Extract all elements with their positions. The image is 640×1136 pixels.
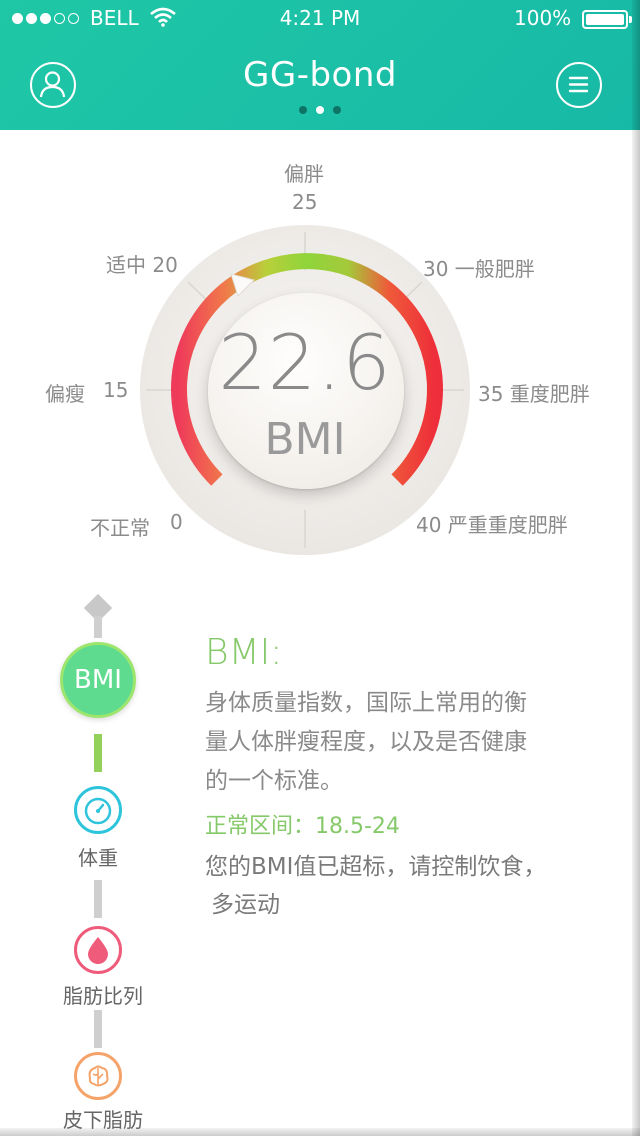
advice-line: 多运动 xyxy=(211,892,280,918)
label-upper-left: 适中 20 xyxy=(106,253,178,277)
nav-item-weight[interactable] xyxy=(74,786,122,834)
bmi-unit: BMI xyxy=(264,414,346,465)
battery-icon xyxy=(582,10,632,29)
page-dot[interactable] xyxy=(333,106,341,114)
info-desc-line: 量人体胖瘦程度，以及是否健康 xyxy=(205,729,527,755)
nav-label-weight[interactable]: 体重 xyxy=(78,842,118,871)
menu-button[interactable] xyxy=(556,62,602,108)
bmi-value: 22.6 xyxy=(218,318,392,407)
nav-item-bmi[interactable]: BMI xyxy=(60,642,136,718)
app-header: BELL 4:21 PM 100% GG-bond xyxy=(0,0,640,130)
health-advice: 您的BMI值已超标，请控制饮食， 多运动 xyxy=(205,848,585,924)
speedometer-icon xyxy=(84,797,112,825)
rail-segment xyxy=(94,880,102,918)
advice-line: 您的BMI值已超标，请控制饮食， xyxy=(205,854,547,880)
rail-segment xyxy=(94,616,102,638)
page-dot[interactable] xyxy=(299,106,307,114)
info-desc-line: 身体质量指数，国际上常用的衡 xyxy=(205,690,527,716)
page-dot-active[interactable] xyxy=(316,106,324,114)
label-top-num: 25 xyxy=(292,190,318,214)
label-left: 偏瘦 xyxy=(45,382,85,406)
label-upper-right: 30 一般肥胖 xyxy=(423,257,535,281)
menu-icon xyxy=(568,76,589,93)
bottom-edge-shadow xyxy=(0,1128,640,1136)
info-description: 身体质量指数，国际上常用的衡 量人体胖瘦程度，以及是否健康 的一个标准。 xyxy=(205,684,565,801)
nav-item-subcutaneous-fat[interactable] xyxy=(74,1052,122,1100)
rail-segment xyxy=(94,1010,102,1048)
page-indicator[interactable] xyxy=(299,106,341,114)
nav-item-fat-ratio[interactable] xyxy=(74,926,122,974)
battery-percent: 100% xyxy=(514,6,572,30)
info-title: BMI: xyxy=(205,632,283,673)
rail-segment-active xyxy=(94,734,102,772)
label-top: 偏胖 xyxy=(284,162,324,186)
right-edge-shadow xyxy=(632,0,640,1136)
drop-icon xyxy=(88,937,108,964)
label-bottom-right: 40 严重重度肥胖 xyxy=(416,513,568,537)
label-right: 35 重度肥胖 xyxy=(478,382,590,406)
label-bottom-left: 不正常 xyxy=(90,516,150,540)
brain-icon xyxy=(88,1065,109,1087)
info-desc-line: 的一个标准。 xyxy=(205,768,343,794)
status-bar: BELL 4:21 PM 100% xyxy=(0,0,640,40)
label-bottom-left-num: 0 xyxy=(170,510,183,534)
nav-label-fat-ratio[interactable]: 脂肪比列 xyxy=(63,980,143,1009)
normal-range: 正常区间：18.5-24 xyxy=(205,814,400,839)
label-left-num: 15 xyxy=(103,378,129,402)
page-title: GG-bond xyxy=(243,55,397,95)
